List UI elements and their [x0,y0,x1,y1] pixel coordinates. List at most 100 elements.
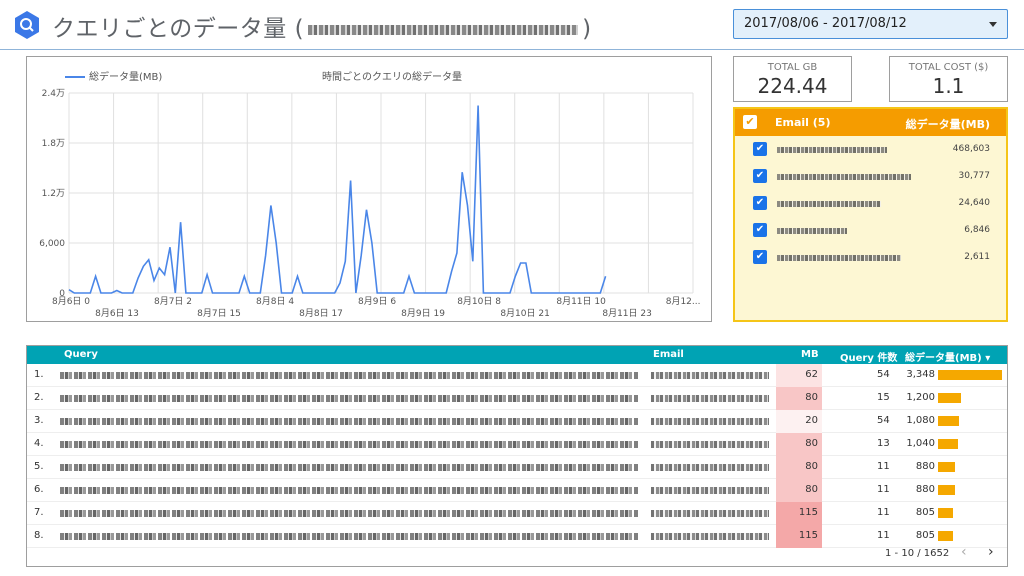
dashboard-header: クエリごとのデータ量 () 2017/08/06 - 2017/08/12 [0,0,1024,50]
total-data-bar [938,439,958,449]
redacted-query [60,533,638,540]
chevron-right-icon[interactable]: › [988,544,994,560]
x-tick-label: 8月9日 6 [358,296,396,307]
query-table: Query Email MB Query 件数 総データ量(MB) ▾ 1. 62… [26,345,1008,567]
redacted-email [651,372,769,379]
email-filter-row[interactable]: ✔ 468,603 [735,136,1006,163]
header-mb[interactable]: MB [801,349,819,360]
redacted-query [60,464,638,471]
total-data-bar [938,370,1002,380]
total-data-cell: 1,040 [906,438,935,449]
legend-label: 総データ量(MB) [89,70,162,83]
row-number: 1. [34,369,44,380]
table-row[interactable]: 4. 80 13 1,040 [27,433,1007,456]
chart-title: 時間ごとのクエリの総データ量 [322,70,462,83]
redacted-email [651,510,769,517]
x-tick-label: 8月10日 21 [500,308,550,319]
email-filter-row[interactable]: ✔ 30,777 [735,163,1006,190]
total-data-cell: 805 [915,507,935,518]
redacted-email [651,533,769,540]
mb-cell: 20 [776,410,822,433]
table-row[interactable]: 5. 80 11 880 [27,456,1007,479]
query-count-cell: 13 [877,438,890,449]
redacted-query [60,441,638,448]
x-tick-label: 8月10日 8 [457,296,501,307]
row-number: 2. [34,392,44,403]
email-filter-row[interactable]: ✔ 6,846 [735,217,1006,244]
table-row[interactable]: 7. 115 11 805 [27,502,1007,525]
query-count-cell: 15 [877,392,890,403]
table-row[interactable]: 1. 62 54 3,348 [27,364,1007,387]
table-row[interactable]: 2. 80 15 1,200 [27,387,1007,410]
x-tick-label: 8月11日 23 [602,308,652,319]
redacted-query [60,487,638,494]
total-data-cell: 1,200 [906,392,935,403]
table-row[interactable]: 6. 80 11 880 [27,479,1007,502]
kpi-value: 1.1 [932,74,965,98]
row-value: 468,603 [952,144,990,154]
kpi-label: TOTAL GB [767,62,818,73]
table-row[interactable]: 3. 20 54 1,080 [27,410,1007,433]
kpi-total-cost: TOTAL COST ($) 1.1 [889,56,1008,102]
redacted-email [777,201,881,207]
total-data-cell: 880 [915,484,935,495]
row-number: 3. [34,415,44,426]
x-tick-label: 8月6日 13 [95,308,139,319]
redacted-query [60,510,638,517]
redacted-email [777,228,847,234]
email-filter-row[interactable]: ✔ 2,611 [735,244,1006,271]
row-checkbox[interactable]: ✔ [753,250,767,264]
header-query-count[interactable]: Query 件数 [840,349,897,364]
line-chart: 06,0001.2万1.8万2.4万8月6日 0 8月7日 2 8月8日 4 8月9日… [39,70,701,319]
header-query[interactable]: Query [64,349,98,360]
total-data-bar [938,485,955,495]
email-filter-control: ✔ Email (5) 総データ量(MB) ✔ 468,603 ✔ 30,777 ✔ 24… [733,107,1008,322]
select-all-checkbox[interactable]: ✔ [743,115,757,129]
row-checkbox[interactable]: ✔ [753,142,767,156]
mb-cell: 80 [776,433,822,456]
row-number: 6. [34,484,44,495]
chevron-left-icon[interactable]: ‹ [961,544,967,560]
mb-cell: 62 [776,364,822,387]
redacted-query [60,372,638,379]
redacted-email [651,441,769,448]
total-data-cell: 1,080 [906,415,935,426]
total-data-bar [938,462,955,472]
date-range-selector[interactable]: 2017/08/06 - 2017/08/12 [733,9,1008,39]
x-tick-label: 8月12... [666,296,701,307]
x-tick-label: 8月9日 19 [401,308,445,319]
row-number: 8. [34,530,44,541]
email-column-header: Email (5) [775,116,831,129]
data-volume-column-header: 総データ量(MB) [905,118,990,131]
query-count-cell: 11 [877,484,890,495]
row-number: 7. [34,507,44,518]
redacted-query [60,418,638,425]
mb-cell: 115 [776,502,822,525]
row-number: 5. [34,461,44,472]
table-header-row: Query Email MB Query 件数 総データ量(MB) ▾ [27,346,1007,364]
line-chart-panel: 0 6,000 1.2万 1.8万 2.4万 8月6日 0 8月7日 2 8月8日 4 8月9日… [26,56,712,322]
mb-cell: 80 [776,387,822,410]
row-checkbox[interactable]: ✔ [753,196,767,210]
total-data-bar [938,531,953,541]
query-count-cell: 11 [877,507,890,518]
y-tick-label: 1.2万 [42,189,65,199]
row-checkbox[interactable]: ✔ [753,169,767,183]
redacted-email [777,255,901,261]
series-line [68,105,607,294]
header-total-data[interactable]: 総データ量(MB) ▾ [905,349,990,364]
email-filter-header: ✔ Email (5) 総データ量(MB) [735,109,1006,136]
header-email[interactable]: Email [653,349,684,360]
table-row[interactable]: 8. 115 11 805 [27,525,1007,548]
email-filter-row[interactable]: ✔ 24,640 [735,190,1006,217]
x-tick-label: 8月11日 10 [556,296,606,307]
x-tick-label: 8月8日 4 [256,296,294,307]
row-value: 2,611 [964,252,990,262]
query-count-cell: 54 [877,415,890,426]
kpi-label: TOTAL COST ($) [908,62,989,73]
email-filter-list: ✔ 468,603 ✔ 30,777 ✔ 24,640 ✔ 6,846 ✔ 2,611 [735,136,1006,271]
total-data-bar [938,393,961,403]
redacted-email [651,395,769,402]
total-data-cell: 880 [915,461,935,472]
row-checkbox[interactable]: ✔ [753,223,767,237]
